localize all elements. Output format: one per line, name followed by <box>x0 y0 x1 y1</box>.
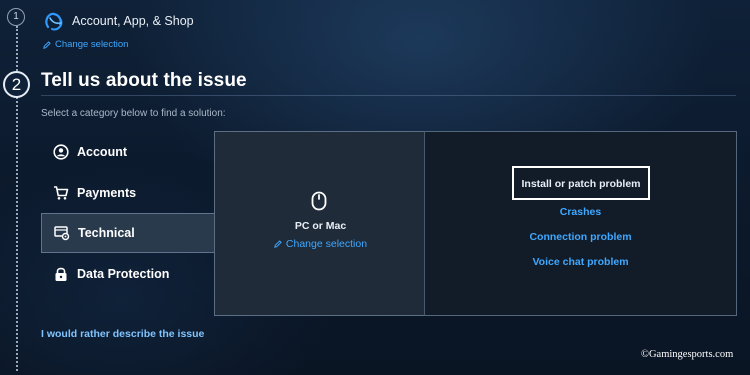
step-1-title: Account, App, & Shop <box>72 14 194 28</box>
battlenet-logo-icon <box>45 12 63 31</box>
category-data-protection[interactable]: Data Protection <box>41 254 215 294</box>
step-1-change-selection-link[interactable]: Change selection <box>43 39 128 50</box>
user-circle-icon <box>53 144 69 160</box>
device-panel: PC or Mac Change selection <box>214 131 425 316</box>
step-1-indicator: 1 <box>7 8 25 26</box>
step-1-change-label: Change selection <box>55 39 129 50</box>
problem-crashes[interactable]: Crashes <box>425 206 736 218</box>
category-account[interactable]: Account <box>41 132 215 172</box>
category-label: Payments <box>77 186 137 200</box>
pencil-icon <box>43 40 51 49</box>
device-change-label: Change selection <box>285 238 368 250</box>
pencil-icon <box>274 240 282 248</box>
category-technical[interactable]: Technical <box>41 213 215 253</box>
device-change-selection-link[interactable]: Change selection <box>215 238 426 250</box>
mouse-icon <box>311 191 327 211</box>
shopping-cart-icon <box>54 186 69 200</box>
problem-connection[interactable]: Connection problem <box>425 231 736 243</box>
device-label: PC or Mac <box>294 220 347 232</box>
category-instructions: Select a category below to find a soluti… <box>41 108 226 119</box>
title-divider <box>41 95 736 96</box>
monitor-gear-icon <box>54 226 70 241</box>
padlock-icon <box>55 267 67 281</box>
problems-panel: Install or patch problem Crashes Connect… <box>424 131 737 316</box>
describe-issue-link[interactable]: I would rather describe the issue <box>41 328 204 340</box>
category-label: Technical <box>78 226 135 240</box>
category-label: Account <box>77 145 127 159</box>
problem-voice-chat[interactable]: Voice chat problem <box>425 256 736 268</box>
category-payments[interactable]: Payments <box>41 173 215 213</box>
step-2-indicator: 2 <box>3 71 30 98</box>
watermark: ©Gamingesports.com <box>641 349 734 360</box>
problem-install-or-patch[interactable]: Install or patch problem <box>512 166 650 200</box>
step-2-title: Tell us about the issue <box>41 70 247 91</box>
category-label: Data Protection <box>77 267 170 281</box>
